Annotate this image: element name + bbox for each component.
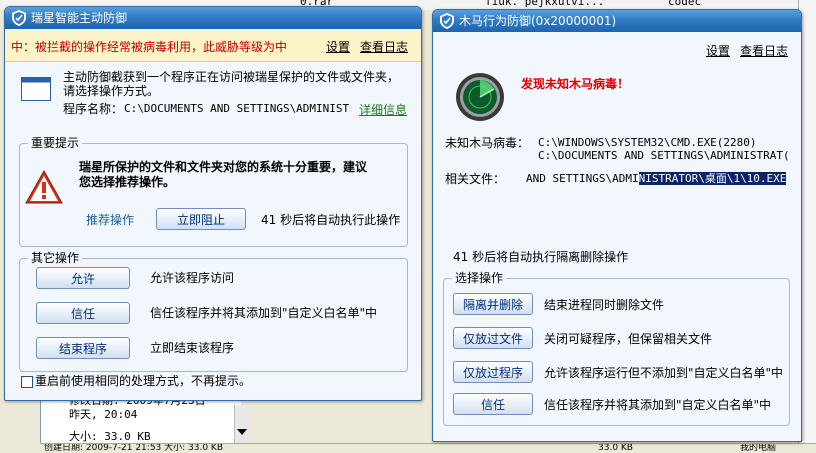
isolate-delete-button[interactable]: 隔离并删除 xyxy=(453,293,533,315)
dialog2-title: 木马行为防御(0x20000001) xyxy=(459,14,617,28)
end-program-button[interactable]: 结束程序 xyxy=(36,337,130,359)
trojan-alert-title: 发现未知木马病毒！ xyxy=(521,77,630,91)
release-file-button[interactable]: 仅放过文件 xyxy=(453,327,533,349)
bg-item-codec: codec xyxy=(668,0,702,8)
related-file-text: AND SETTINGS\ADMI xyxy=(526,172,639,185)
recommend-label: 推荐操作 xyxy=(86,213,135,227)
allow-button[interactable]: 允许 xyxy=(36,267,130,289)
threat-level-bar: 中：被拦截的操作经常被病毒利用，此威胁等级为中 设置 查看日志 xyxy=(5,31,421,62)
dialog2-settings-link[interactable]: 设置 xyxy=(706,44,730,58)
trojan-path-line2: C:\DOCUMENTS AND SETTINGS\ADMINISTRAT( xyxy=(538,149,790,162)
warning-line1: 瑞星所保护的文件和文件夹对您的系统十分重要，建议 xyxy=(79,160,368,174)
related-file-field[interactable]: AND SETTINGS\ADMINISTRATOR\桌面\1\10.EXE xyxy=(526,172,787,186)
program-name-value: C:\DOCUMENTS AND SETTINGS\ADMINIST xyxy=(124,102,350,115)
isolate-delete-description: 结束进程同时删除文件 xyxy=(544,298,665,312)
trust-program-description: 信任该程序并将其添加到"自定义白名单"中 xyxy=(544,398,772,412)
file-panel-scrollbar[interactable] xyxy=(234,405,249,443)
remember-choice-label: 重启前使用相同的处理方式，不再提示。 xyxy=(35,374,252,388)
end-program-description: 立即结束该程序 xyxy=(150,341,235,355)
trust-program-button[interactable]: 信任 xyxy=(453,393,533,415)
other-operations-group: 其它操作 允许 允许该程序访问 信任 信任该程序并将其添加到"自定义白名单"中 … xyxy=(19,251,408,372)
other-group-title: 其它操作 xyxy=(28,251,83,265)
file-modified-time: 昨天, 20:04 xyxy=(69,408,138,421)
trust-description: 信任该程序并将其添加到"自定义白名单"中 xyxy=(150,306,378,320)
dialog1-titlebar[interactable]: 瑞星智能主动防御 xyxy=(5,7,421,29)
threat-level-text: 中：被拦截的操作经常被病毒利用，此威胁等级为中 xyxy=(11,40,288,54)
scroll-down-arrow-icon xyxy=(237,429,247,435)
dialog2-titlebar[interactable]: 木马行为防御(0x20000001) xyxy=(433,10,801,32)
dialog1-view-log-link[interactable]: 查看日志 xyxy=(360,40,408,54)
related-file-label: 相关文件： xyxy=(445,172,506,186)
isolate-countdown: 41 秒后将自动执行隔离删除操作 xyxy=(453,250,629,264)
intro-line1: 主动防御截获到一个程序正在访问被瑞星保护的文件或文件夹， xyxy=(63,70,400,84)
related-file-selection: NISTRATOR\桌面\1\10.EXE xyxy=(638,172,787,185)
trojan-defense-dialog: 木马行为防御(0x20000001) 设置 查看日志 发现未知木马病毒！ 未知木… xyxy=(432,9,802,442)
important-group-title: 重要提示 xyxy=(28,136,83,150)
file-size-label: 大小: 33.0 KB xyxy=(69,430,151,443)
release-program-button[interactable]: 仅放过程序 xyxy=(453,361,533,383)
choose-group-title: 选择操作 xyxy=(452,271,507,285)
block-now-button[interactable]: 立即阻止 xyxy=(156,208,246,230)
trust-button[interactable]: 信任 xyxy=(36,302,130,324)
dialog1-settings-link[interactable]: 设置 xyxy=(326,40,350,54)
radar-icon xyxy=(456,73,504,121)
details-link[interactable]: 详细信息 xyxy=(359,103,407,117)
program-name-label: 程序名称： xyxy=(63,102,124,116)
shield-icon xyxy=(12,10,26,26)
dialog1-title: 瑞星智能主动防御 xyxy=(31,11,128,25)
shield-icon xyxy=(440,13,454,29)
intro-line2: 请选择操作方式。 xyxy=(63,84,160,98)
dialog2-view-log-link[interactable]: 查看日志 xyxy=(740,44,788,58)
important-notice-group: 重要提示 瑞星所保护的文件和文件夹对您的系统十分重要，建议 您选择推荐操作。 推… xyxy=(19,136,408,247)
release-program-description: 允许该程序运行但不添加到"自定义白名单"中 xyxy=(544,366,784,380)
choose-operation-group: 选择操作 隔离并删除 结束进程同时删除文件 仅放过文件 关闭可疑程序，但保留相关… xyxy=(443,271,790,426)
remember-choice-checkbox[interactable] xyxy=(21,376,33,388)
trojan-label: 未知木马病毒： xyxy=(445,136,530,150)
bg-item-file: fiuk. pejkxutvi... xyxy=(485,0,605,8)
window-icon xyxy=(21,77,51,101)
allow-description: 允许该程序访问 xyxy=(150,271,235,285)
release-file-description: 关闭可疑程序，但保留相关文件 xyxy=(544,332,713,346)
auto-countdown: 41 秒后将自动执行此操作 xyxy=(261,213,401,227)
trojan-path-line1: C:\WINDOWS\SYSTEM32\CMD.EXE(2280) xyxy=(538,136,757,149)
active-defense-dialog: 瑞星智能主动防御 中：被拦截的操作经常被病毒利用，此威胁等级为中 设置 查看日志… xyxy=(4,6,422,401)
warning-line2: 您选择推荐操作。 xyxy=(79,175,176,189)
warning-icon xyxy=(25,170,63,204)
